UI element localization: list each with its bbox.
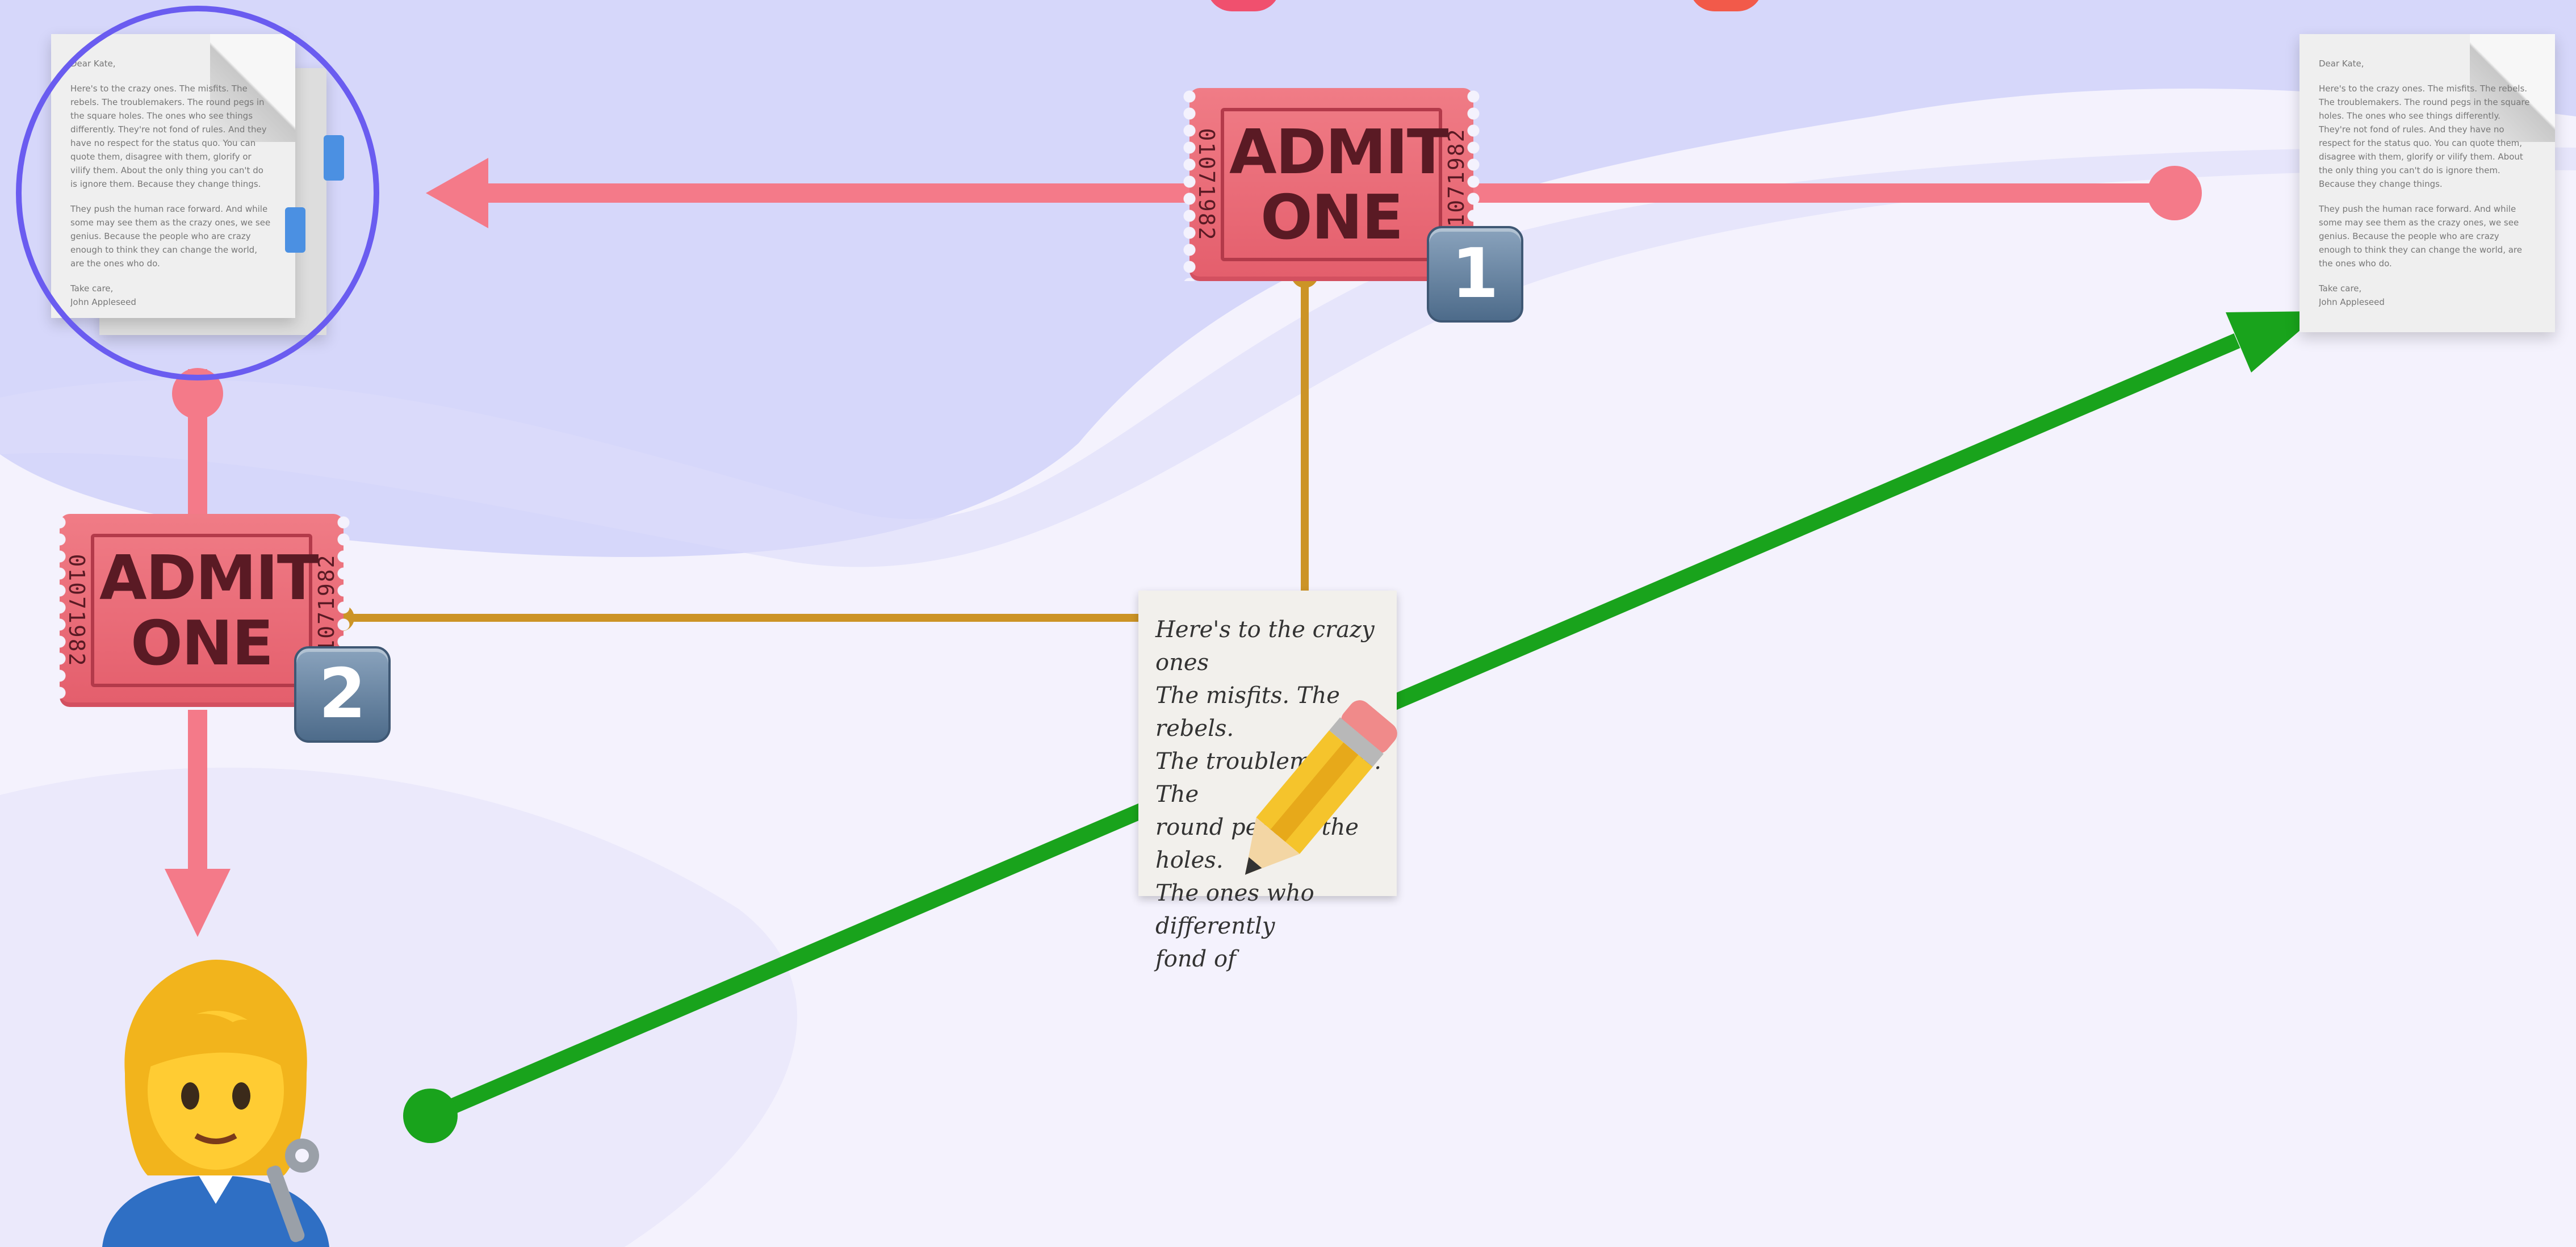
keycap-2-badge: 2	[294, 646, 391, 743]
ticket-2-line1: ADMIT	[99, 543, 319, 614]
document-right[interactable]: Dear Kate, Here's to the crazy ones. The…	[2299, 34, 2555, 332]
green-arrow-start-dot	[403, 1089, 458, 1143]
memo-line-8: fond of	[1155, 946, 1236, 972]
ticket-2-serial-left: 01071982	[64, 554, 89, 667]
ticket-1-line1: ADMIT	[1229, 117, 1449, 188]
ticket-1-line2: ONE	[1260, 182, 1404, 253]
document-right-para2: They push the human race forward. And wh…	[2319, 204, 2522, 269]
woman-mechanic-icon[interactable]	[91, 960, 341, 1247]
ticket-2-line2: ONE	[131, 608, 274, 679]
document-right-para1: Here's to the crazy ones. The misfits. T…	[2319, 83, 2530, 189]
document-right-closing: Take care, John Appleseed	[2319, 283, 2385, 307]
memo-line-1: Here's to the crazy ones	[1155, 617, 1375, 676]
pink-arrow-top-start-dot	[2147, 166, 2202, 220]
ticket-1-serial-left: 01071982	[1194, 128, 1219, 241]
pencil-icon	[1245, 700, 1397, 875]
selection-ring	[16, 6, 379, 380]
document-right-text: Dear Kate, Here's to the crazy ones. The…	[2319, 57, 2532, 320]
document-right-greeting: Dear Kate,	[2319, 58, 2364, 69]
memo-line-7: differently	[1155, 913, 1275, 939]
keycap-1-badge: 1	[1427, 226, 1523, 323]
ticket-1-serial-right: 01071982	[1444, 128, 1469, 241]
